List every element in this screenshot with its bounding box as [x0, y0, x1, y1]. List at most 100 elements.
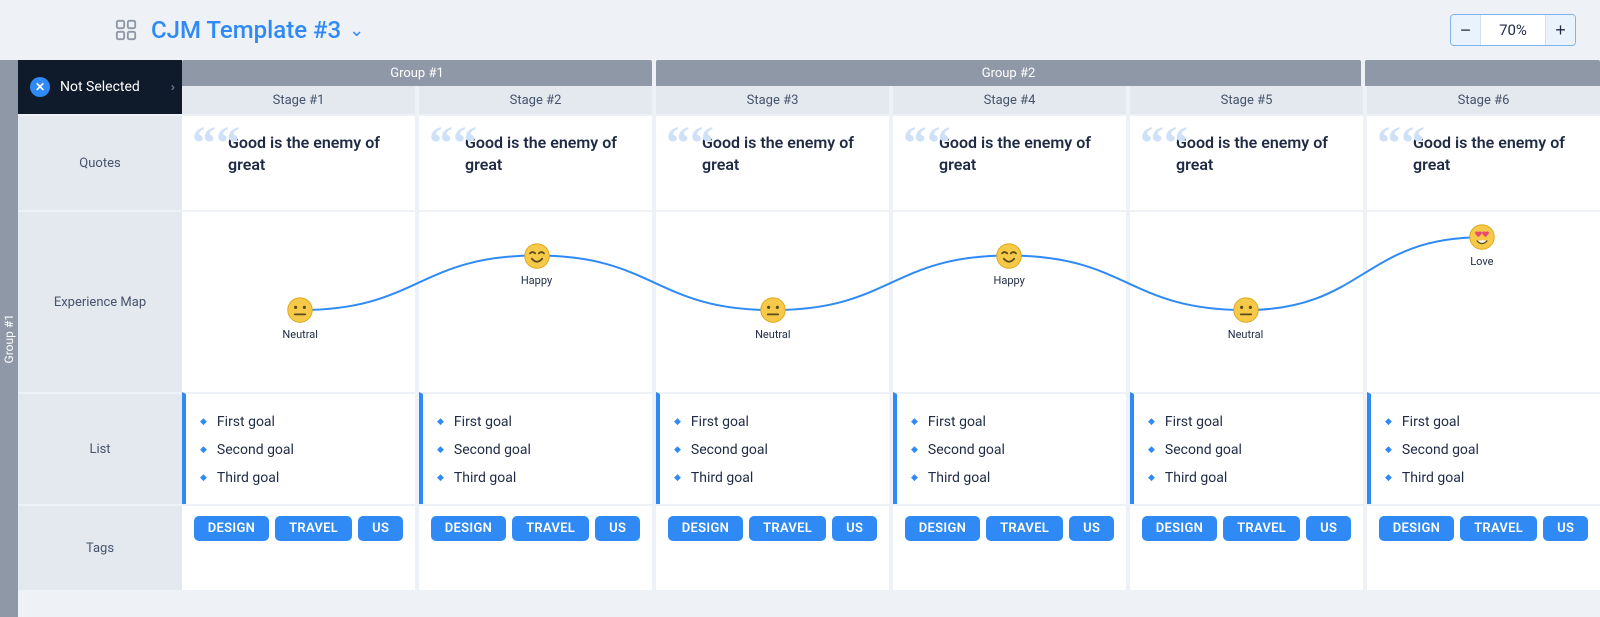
stage-header[interactable]: Stage #1: [182, 86, 415, 114]
quote-text: Good is the enemy of great: [1413, 132, 1586, 177]
list-item: First goal: [674, 408, 875, 436]
row-label-experience[interactable]: Experience Map: [18, 210, 182, 392]
tag-chip[interactable]: DESIGN: [194, 516, 269, 541]
groups-header: Group #1Group #2: [182, 60, 1600, 86]
list-item: Second goal: [674, 436, 875, 464]
experience-cell[interactable]: [1130, 210, 1363, 392]
tag-chip[interactable]: US: [595, 516, 640, 541]
row-tags: DESIGNTRAVELUSDESIGNTRAVELUSDESIGNTRAVEL…: [182, 504, 1600, 590]
group-header[interactable]: Group #2: [656, 60, 1361, 86]
document-title: CJM Template #3: [151, 16, 341, 44]
app-grid-icon[interactable]: [115, 19, 137, 41]
tags-cell[interactable]: DESIGNTRAVELUS: [1130, 504, 1363, 590]
row-group-label: Group #1: [2, 314, 16, 363]
quote-cell[interactable]: ““Good is the enemy of great: [419, 114, 652, 210]
list-item: First goal: [1385, 408, 1586, 436]
zoom-out-button[interactable]: −: [1451, 15, 1481, 45]
list-cell[interactable]: First goalSecond goalThird goal: [1130, 392, 1363, 504]
list-item: First goal: [437, 408, 638, 436]
experience-cell[interactable]: [419, 210, 652, 392]
list-cell[interactable]: First goalSecond goalThird goal: [182, 392, 415, 504]
quote-cell[interactable]: ““Good is the enemy of great: [1367, 114, 1600, 210]
row-labels-column: ✕ Not Selected ›› Quotes Experience Map …: [18, 60, 182, 617]
tag-chip[interactable]: TRAVEL: [1223, 516, 1300, 541]
tag-chip[interactable]: TRAVEL: [986, 516, 1063, 541]
expand-icon[interactable]: ››: [171, 80, 172, 94]
list-item: Third goal: [437, 464, 638, 492]
tag-chip[interactable]: US: [832, 516, 877, 541]
tag-chip[interactable]: DESIGN: [905, 516, 980, 541]
zoom-in-button[interactable]: +: [1545, 15, 1575, 45]
tags-cell[interactable]: DESIGNTRAVELUS: [182, 504, 415, 590]
list-item: First goal: [911, 408, 1112, 436]
list-item: Third goal: [200, 464, 401, 492]
mood-label: Neutral: [755, 328, 791, 341]
tag-chip[interactable]: US: [358, 516, 403, 541]
quote-cell[interactable]: ““Good is the enemy of great: [1130, 114, 1363, 210]
row-label-list[interactable]: List: [18, 392, 182, 504]
list-item: Second goal: [1385, 436, 1586, 464]
grid-main: Group #1Group #2 Stage #1Stage #2Stage #…: [182, 60, 1600, 617]
quote-icon: ““: [1377, 130, 1425, 159]
group-header[interactable]: Group #1: [182, 60, 652, 86]
tag-chip[interactable]: TRAVEL: [1460, 516, 1537, 541]
quote-text: Good is the enemy of great: [939, 132, 1112, 177]
row-experience: NeutralHappyNeutralHappyNeutralLove: [182, 210, 1600, 392]
list-item: First goal: [1148, 408, 1349, 436]
tags-cell[interactable]: DESIGNTRAVELUS: [656, 504, 889, 590]
mood-label: Happy: [993, 274, 1024, 287]
list-cell[interactable]: First goalSecond goalThird goal: [656, 392, 889, 504]
experience-cell[interactable]: [182, 210, 415, 392]
quote-icon: ““: [1140, 130, 1188, 159]
tags-cell[interactable]: DESIGNTRAVELUS: [893, 504, 1126, 590]
row-label-tags[interactable]: Tags: [18, 504, 182, 590]
tag-chip[interactable]: DESIGN: [1379, 516, 1454, 541]
experience-cell[interactable]: [893, 210, 1126, 392]
group-header-empty[interactable]: [1365, 60, 1600, 86]
toolbar: CJM Template #3 ⌄ − 70% +: [0, 0, 1600, 60]
persona-selector[interactable]: ✕ Not Selected ››: [18, 60, 182, 114]
list-cell[interactable]: First goalSecond goalThird goal: [893, 392, 1126, 504]
quote-icon: ““: [903, 130, 951, 159]
tag-chip[interactable]: TRAVEL: [512, 516, 589, 541]
row-quotes: ““Good is the enemy of great““Good is th…: [182, 114, 1600, 210]
tag-chip[interactable]: US: [1543, 516, 1588, 541]
close-circle-icon[interactable]: ✕: [30, 77, 50, 97]
list-item: Third goal: [911, 464, 1112, 492]
tags-cell[interactable]: DESIGNTRAVELUS: [1367, 504, 1600, 590]
list-item: Third goal: [1148, 464, 1349, 492]
list-item: Second goal: [911, 436, 1112, 464]
list-item: Second goal: [200, 436, 401, 464]
tags-cell[interactable]: DESIGNTRAVELUS: [419, 504, 652, 590]
experience-cell[interactable]: [1367, 210, 1600, 392]
experience-cell[interactable]: [656, 210, 889, 392]
list-item: Second goal: [1148, 436, 1349, 464]
quote-cell[interactable]: ““Good is the enemy of great: [656, 114, 889, 210]
tag-chip[interactable]: DESIGN: [431, 516, 506, 541]
list-cell[interactable]: First goalSecond goalThird goal: [419, 392, 652, 504]
mood-label: Happy: [521, 274, 552, 287]
stages-header: Stage #1Stage #2Stage #3Stage #4Stage #5…: [182, 86, 1600, 114]
tag-chip[interactable]: DESIGN: [1142, 516, 1217, 541]
tag-chip[interactable]: US: [1306, 516, 1351, 541]
list-item: Third goal: [674, 464, 875, 492]
list-cell[interactable]: First goalSecond goalThird goal: [1367, 392, 1600, 504]
row-list: First goalSecond goalThird goalFirst goa…: [182, 392, 1600, 504]
tag-chip[interactable]: TRAVEL: [275, 516, 352, 541]
tag-chip[interactable]: US: [1069, 516, 1114, 541]
quote-text: Good is the enemy of great: [465, 132, 638, 177]
stage-header[interactable]: Stage #4: [893, 86, 1126, 114]
tag-chip[interactable]: TRAVEL: [749, 516, 826, 541]
quote-cell[interactable]: ““Good is the enemy of great: [893, 114, 1126, 210]
document-title-dropdown[interactable]: CJM Template #3 ⌄: [151, 16, 364, 44]
zoom-value[interactable]: 70%: [1481, 21, 1545, 39]
row-group-gutter[interactable]: Group #1: [0, 60, 18, 617]
stage-header[interactable]: Stage #2: [419, 86, 652, 114]
quote-cell[interactable]: ““Good is the enemy of great: [182, 114, 415, 210]
row-label-quotes[interactable]: Quotes: [18, 114, 182, 210]
stage-header[interactable]: Stage #3: [656, 86, 889, 114]
persona-label: Not Selected: [60, 79, 140, 95]
tag-chip[interactable]: DESIGN: [668, 516, 743, 541]
stage-header[interactable]: Stage #5: [1130, 86, 1363, 114]
stage-header[interactable]: Stage #6: [1367, 86, 1600, 114]
